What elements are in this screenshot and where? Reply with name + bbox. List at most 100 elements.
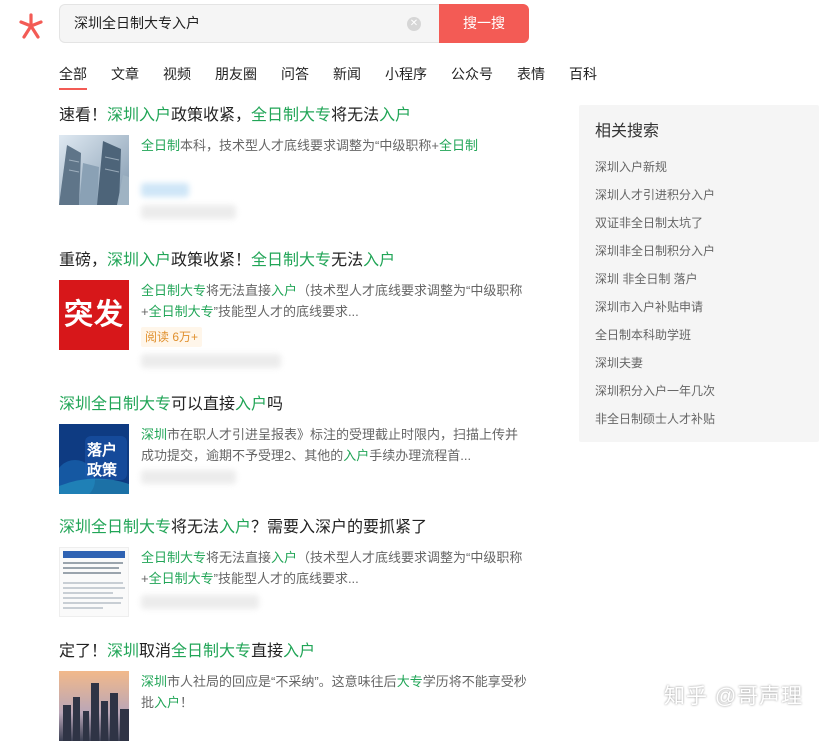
related-search-item[interactable]: 深圳夫妻 [595,354,643,372]
tab-news[interactable]: 新闻 [333,64,361,84]
highlighted-keyword: 深圳入户 [107,252,172,269]
clear-icon[interactable]: ✕ [407,17,421,31]
text-segment: 政策收紧！ [171,252,252,269]
text-segment: ！ [180,695,194,710]
text-segment: ”技能型人才的底线要求... [213,304,359,319]
read-count-badge: 阅读 6万+ [141,327,203,347]
result-snippet: 全日制大专将无法直接入户（技术型人才底线要求调整为“中级职称+全日制大专”技能型… [141,547,531,589]
tab-mini-programs[interactable]: 小程序 [385,64,427,84]
related-search-item[interactable]: 深圳市入户补贴申请 [595,298,703,316]
related-search-item[interactable]: 深圳人才引进积分入户 [595,186,715,204]
highlighted-keyword: 入户 [235,396,268,413]
search-box: ✕ [59,4,439,43]
tab-wiki[interactable]: 百科 [569,64,597,84]
result-title[interactable]: 重磅，深圳入户政策收紧！全日制大专无法入户 [59,250,539,272]
highlighted-keyword: 深圳全日制大专 [59,396,172,413]
tab-qa[interactable]: 问答 [281,64,309,84]
result-item[interactable]: 深圳全日制大专可以直接入户吗 落户 政策 深圳市在职人才引进呈报表》标注的受理截… [59,394,539,504]
blurred-source [141,205,236,219]
highlighted-keyword: 入户 [363,252,396,269]
result-item[interactable]: 定了！深圳取消全日制大专直接入户 深圳市人社局的回应是“不采纳”。这意味往后大专… [59,641,539,741]
highlighted-keyword: 全日制大专 [148,304,214,319]
text-segment: 市人社局的回应是“不采纳”。这意味往后 [167,674,397,689]
result-snippet: 深圳市人社局的回应是“不采纳”。这意味往后大专学历将不能享受秒批入户！ [141,671,531,713]
highlighted-keyword: 深圳 [141,674,168,689]
blurred-source [141,595,259,609]
text-segment: 直接 [251,643,284,660]
related-search-item[interactable]: 深圳积分入户一年几次 [595,382,715,400]
result-snippet: 全日制本科，技术型人才底线要求调整为“中级职称+全日制 [141,135,531,156]
highlighted-keyword: 全日制大专 [141,283,207,298]
result-title[interactable]: 定了！深圳取消全日制大专直接入户 [59,641,539,663]
highlighted-keyword: 深圳入户 [107,107,172,124]
related-searches-title: 相关搜索 [595,123,660,140]
tab-moments[interactable]: 朋友圈 [215,64,257,84]
highlighted-keyword: 大专 [396,674,423,689]
result-thumbnail: 突发 [59,280,129,350]
related-search-item[interactable]: 双证非全日制太坑了 [595,214,703,232]
tab-articles[interactable]: 文章 [111,64,139,84]
text-segment: 可以直接 [171,396,236,413]
search-input[interactable] [74,5,394,42]
highlighted-keyword: 全日制大专 [141,550,207,565]
tab-all[interactable]: 全部 [59,64,87,90]
result-item[interactable]: 深圳全日制大专将无法入户？需要入深户的要抓紧了 全日制大专将无法直接入户（技术型… [59,517,539,627]
highlighted-keyword: 全日制大专 [171,643,252,660]
text-segment: 无法 [331,252,364,269]
tab-stickers[interactable]: 表情 [517,64,545,84]
text-segment: 本科，技术型人才底线要求调整为“中级职称+ [180,138,439,153]
result-thumbnail [59,547,129,617]
tab-official-accounts[interactable]: 公众号 [451,64,493,84]
highlighted-keyword: 入户 [379,107,412,124]
result-item[interactable]: 速看！深圳入户政策收紧，全日制大专将无法入户 全日制本科，技术型人才底线要求调整… [59,105,539,225]
text-segment: 取消 [139,643,172,660]
related-search-item[interactable]: 全日制本科助学班 [595,326,691,344]
text-segment: 政策收紧， [171,107,252,124]
thumbnail-caption: 落户 [87,442,118,459]
text-segment: 将无法直接 [206,550,272,565]
text-segment: 手续办理流程首... [369,448,472,463]
highlighted-keyword: 深圳 [141,427,168,442]
text-segment: ”技能型人才的底线要求... [213,571,359,586]
highlighted-keyword: 全日制 [141,138,181,153]
thumbnail-caption: 突发 [63,299,124,331]
text-segment: 将无法 [331,107,380,124]
text-segment: 定了！ [59,643,108,660]
text-segment: 重磅， [59,252,108,269]
text-segment: 将无法 [171,519,220,536]
highlighted-keyword: 深圳全日制大专 [59,519,172,536]
blurred-thumbnail [141,183,189,197]
highlighted-keyword: 入户 [154,695,181,710]
text-segment: ？需要入深户的要抓紧了 [251,519,428,536]
related-search-item[interactable]: 深圳入户新规 [595,158,667,176]
search-button[interactable]: 搜一搜 [439,4,529,43]
highlighted-keyword: 入户 [283,643,316,660]
related-search-item[interactable]: 深圳 非全日制 落户 [595,270,698,288]
highlighted-keyword: 深圳 [107,643,140,660]
highlighted-keyword: 全日制大专 [251,107,332,124]
result-thumbnail [59,135,129,205]
result-title[interactable]: 深圳全日制大专可以直接入户吗 [59,394,539,416]
related-search-item[interactable]: 深圳非全日制积分入户 [595,242,715,260]
highlighted-keyword: 全日制大专 [251,252,332,269]
text-segment: 吗 [267,396,284,413]
result-title[interactable]: 深圳全日制大专将无法入户？需要入深户的要抓紧了 [59,517,539,539]
related-searches-panel: 相关搜索 深圳入户新规 深圳人才引进积分入户 双证非全日制太坑了 深圳非全日制积… [579,105,819,442]
tab-videos[interactable]: 视频 [163,64,191,84]
result-thumbnail [59,671,129,741]
result-snippet: 全日制大专将无法直接入户（技术型人才底线要求调整为“中级职称+全日制大专”技能型… [141,280,531,322]
highlighted-keyword: 入户 [271,550,298,565]
related-search-item[interactable]: 非全日制硕士人才补贴 [595,410,715,428]
blurred-source [141,354,281,368]
highlighted-keyword: 全日制大专 [148,571,214,586]
result-thumbnail: 落户 政策 [59,424,129,494]
result-item[interactable]: 重磅，深圳入户政策收紧！全日制大专无法入户 突发 全日制大专将无法直接入户（技术… [59,250,539,375]
result-title[interactable]: 速看！深圳入户政策收紧，全日制大专将无法入户 [59,105,539,127]
wechat-search-logo-icon[interactable] [16,12,46,42]
text-segment: 速看！ [59,107,108,124]
highlighted-keyword: 入户 [271,283,298,298]
blurred-source [141,470,236,484]
watermark: 知乎 @哥声理 [664,685,804,708]
highlighted-keyword: 入户 [219,519,252,536]
result-snippet: 深圳市在职人才引进呈报表》标注的受理截止时限内，扫描上传并成功提交，逾期不予受理… [141,424,531,466]
